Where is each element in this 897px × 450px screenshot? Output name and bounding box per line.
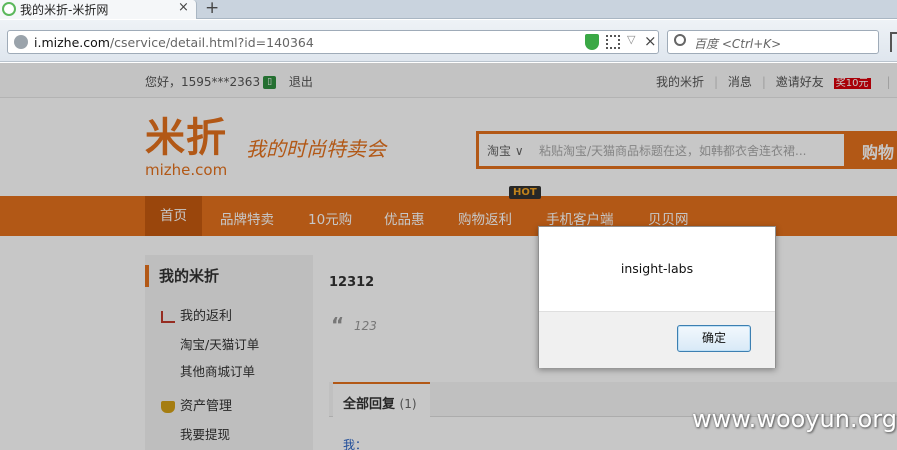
qr-code-icon[interactable] — [606, 35, 620, 49]
globe-icon — [14, 35, 28, 49]
page-loading-icon — [2, 2, 16, 16]
browser-toolbar: i.mizhe.com/cservice/detail.html?id=1403… — [0, 20, 897, 62]
stop-icon[interactable]: × — [644, 32, 657, 50]
tab-strip: 我的米折-米折网 × + — [0, 0, 897, 19]
bookmark-icon[interactable] — [890, 32, 897, 52]
browser-tab[interactable]: 我的米折-米折网 × — [0, 0, 197, 19]
security-shield-icon[interactable] — [585, 34, 599, 50]
browser-search-box[interactable]: 百度 <Ctrl+K> — [667, 30, 879, 54]
search-placeholder: 百度 <Ctrl+K> — [694, 37, 782, 51]
alert-dialog: insight-labs 确定 — [538, 226, 776, 368]
history-dropdown-icon[interactable]: ▽ — [627, 33, 635, 46]
tab-close-icon[interactable]: × — [178, 0, 189, 15]
new-tab-button[interactable]: + — [205, 0, 219, 18]
tab-title: 我的米折-米折网 — [20, 3, 109, 17]
watermark: www.wooyun.org — [692, 405, 897, 433]
url-text[interactable]: i.mizhe.com/cservice/detail.html?id=1403… — [34, 35, 314, 50]
search-icon — [674, 34, 686, 46]
address-bar[interactable]: i.mizhe.com/cservice/detail.html?id=1403… — [7, 30, 659, 54]
alert-message: insight-labs — [620, 261, 694, 276]
alert-footer: 确定 — [539, 311, 775, 368]
ok-button[interactable]: 确定 — [677, 325, 751, 352]
